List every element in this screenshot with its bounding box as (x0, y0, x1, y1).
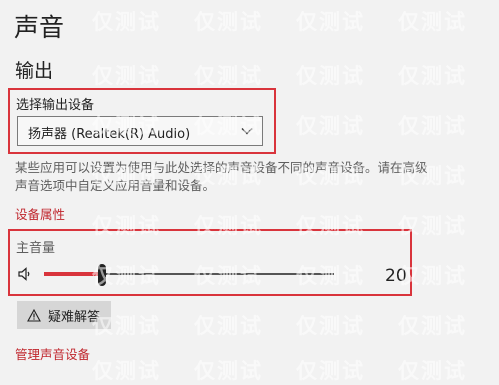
troubleshoot-button[interactable]: 疑难解答 (17, 301, 111, 329)
output-device-selected: 扬声器 (Realtek(R) Audio) (28, 127, 191, 142)
volume-value: 20 (385, 266, 407, 286)
troubleshoot-label: 疑难解答 (48, 308, 101, 324)
watermark-text: 仅测试 (296, 314, 365, 338)
master-volume-highlight (8, 229, 412, 296)
output-device-dropdown[interactable]: 扬声器 (Realtek(R) Audio) (17, 116, 263, 146)
watermark-text: 仅测试 (92, 64, 161, 88)
device-properties-link[interactable]: 设备属性 (15, 204, 65, 223)
watermark-text: 仅测试 (296, 359, 365, 383)
watermark-text: 仅测试 (296, 10, 365, 34)
watermark-text: 仅测试 (398, 114, 467, 138)
watermark-text: 仅测试 (296, 64, 365, 88)
speaker-icon[interactable] (17, 266, 33, 286)
watermark-text: 仅测试 (398, 10, 467, 34)
manage-sound-devices-link[interactable]: 管理声音设备 (15, 344, 90, 363)
watermark-text: 仅测试 (194, 314, 263, 338)
watermark-text: 仅测试 (194, 10, 263, 34)
chevron-down-icon (240, 123, 254, 142)
output-section-title: 输出 (15, 60, 54, 82)
device-description: 某些应用可以设置为使用与此处选择的声音设备不同的声音设备。请在高级声音选项中自定… (15, 160, 428, 193)
watermark-text: 仅测试 (92, 359, 161, 383)
volume-slider-fill (44, 272, 102, 276)
warning-icon (27, 308, 41, 322)
watermark-text: 仅测试 (194, 359, 263, 383)
watermark-text: 仅测试 (194, 64, 263, 88)
volume-slider-thumb[interactable] (98, 264, 106, 286)
watermark-text: 仅测试 (92, 10, 161, 34)
master-volume-label: 主音量 (16, 241, 56, 256)
watermark-text: 仅测试 (398, 314, 467, 338)
page-title: 声音 (14, 13, 65, 42)
watermark-text: 仅测试 (398, 64, 467, 88)
watermark-text: 仅测试 (398, 359, 467, 383)
output-device-label: 选择输出设备 (16, 98, 95, 113)
watermark-text: 仅测试 (296, 114, 365, 138)
